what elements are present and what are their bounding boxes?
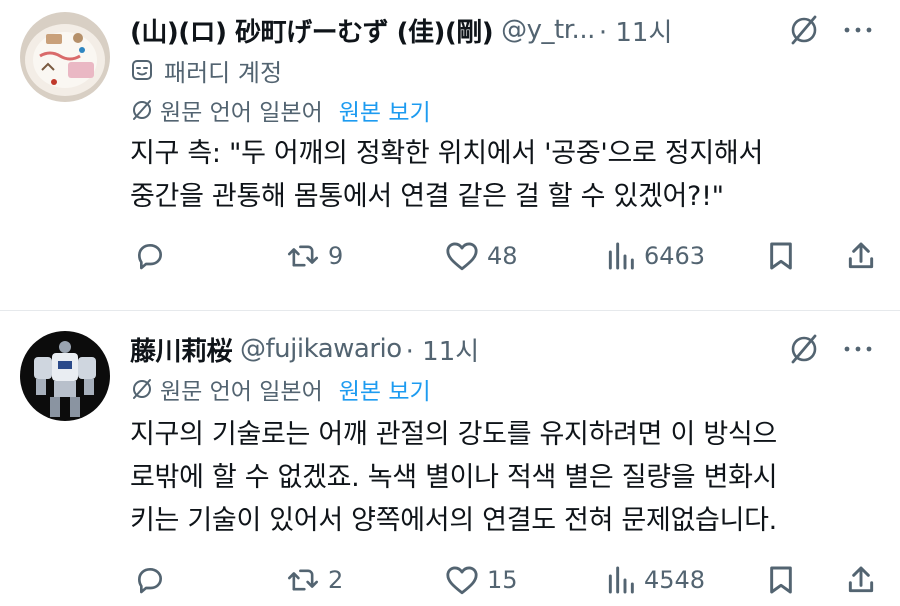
avatar[interactable] [20,12,110,102]
repost-button[interactable]: 2 [286,564,343,596]
tweet-header: (山)(ロ) 砂町げーむず (佳)(剛) @y_tr... · 11시 [130,10,874,50]
like-button[interactable]: 48 [445,240,518,272]
bookmark-button[interactable] [766,564,796,596]
show-original-link[interactable]: 원본 보기 [339,93,431,127]
views-icon [608,242,634,270]
repost-icon [287,569,319,591]
header-actions [788,12,874,48]
parody-text: 패러디 계정 [164,58,283,87]
avatar[interactable] [20,331,110,421]
tweet-text: 지구 측: "두 어깨의 정확한 위치에서 '공중'으로 정지해서 중간을 관통… [130,132,874,218]
views-button[interactable]: 6463 [606,240,705,272]
share-button[interactable] [846,564,876,596]
like-button[interactable]: 15 [445,564,518,596]
like-count: 15 [487,566,518,594]
more-icon[interactable] [842,331,874,367]
author-name[interactable]: (山)(ロ) 砂町げーむず (佳)(剛) [130,12,494,49]
grok-icon[interactable] [788,12,820,48]
translation-label: 원문 언어 일본어 [160,379,323,405]
share-button[interactable] [846,240,876,272]
action-bar: 2 15 4548 [130,560,874,604]
tweet-text-line: 로밖에 할 수 없겠죠. 녹색 별이나 적색 별은 질량을 변화시 [130,462,778,493]
bookmark-button[interactable] [766,240,796,272]
share-icon [848,566,874,593]
translate-icon [130,377,154,401]
parody-mask-icon [130,58,154,82]
reply-button[interactable] [134,240,166,272]
tweet-text-line: 지구의 기술로는 어깨 관절의 강도를 유지하려면 이 방식으 [130,419,777,450]
translation-label: 원문 언어 일본어 [160,100,323,126]
views-count: 6463 [644,242,706,270]
bookmark-icon [770,242,792,270]
author-name[interactable]: 藤川莉桜 [130,331,233,368]
repost-count: 9 [328,242,344,270]
tweet-text-line: 지구 측: "두 어깨의 정확한 위치에서 '공중'으로 정지해서 [130,138,764,169]
parody-label: 패러디 계정 [130,50,874,90]
author-handle[interactable]: @fujikawario [240,334,402,364]
repost-count: 2 [328,566,344,594]
header-actions [788,331,874,367]
like-count: 48 [487,242,518,270]
translation-row: 원문 언어 일본어 원본 보기 [130,369,874,409]
share-icon [848,242,874,269]
grok-icon[interactable] [788,331,820,367]
tweet[interactable]: (山)(ロ) 砂町げーむず (佳)(剛) @y_tr... · 11시 패러디 … [0,0,900,310]
more-icon[interactable] [842,12,874,48]
tweet-text-line: 키는 기술이 있어서 양쪽에서의 연결도 전혀 문제없습니다. [130,505,777,536]
timestamp[interactable]: · 11시 [599,12,673,49]
translate-icon [130,98,154,122]
views-icon [608,566,634,594]
translation-row: 원문 언어 일본어 원본 보기 [130,90,874,130]
repost-icon [287,245,319,267]
like-icon [446,566,478,595]
action-bar: 9 48 6463 [130,236,874,280]
like-icon [446,242,478,271]
repost-button[interactable]: 9 [286,240,343,272]
show-original-link[interactable]: 원본 보기 [339,372,431,406]
reply-icon [138,244,162,270]
reply-button[interactable] [134,564,166,596]
author-handle[interactable]: @y_tr... [501,15,595,45]
views-button[interactable]: 4548 [606,564,705,596]
timestamp[interactable]: · 11시 [406,331,480,368]
tweet-header: 藤川莉桜 @fujikawario · 11시 [130,329,874,369]
tweet[interactable]: 藤川莉桜 @fujikawario · 11시 원문 언어 일본어 원본 보기 … [0,310,900,606]
views-count: 4548 [644,566,706,594]
tweet-text: 지구의 기술로는 어깨 관절의 강도를 유지하려면 이 방식으 로밖에 할 수 … [130,413,874,542]
tweet-text-line: 중간을 관통해 몸통에서 연결 같은 걸 할 수 있겠어?!" [130,181,724,212]
bookmark-icon [770,566,792,594]
reply-icon [138,568,162,594]
